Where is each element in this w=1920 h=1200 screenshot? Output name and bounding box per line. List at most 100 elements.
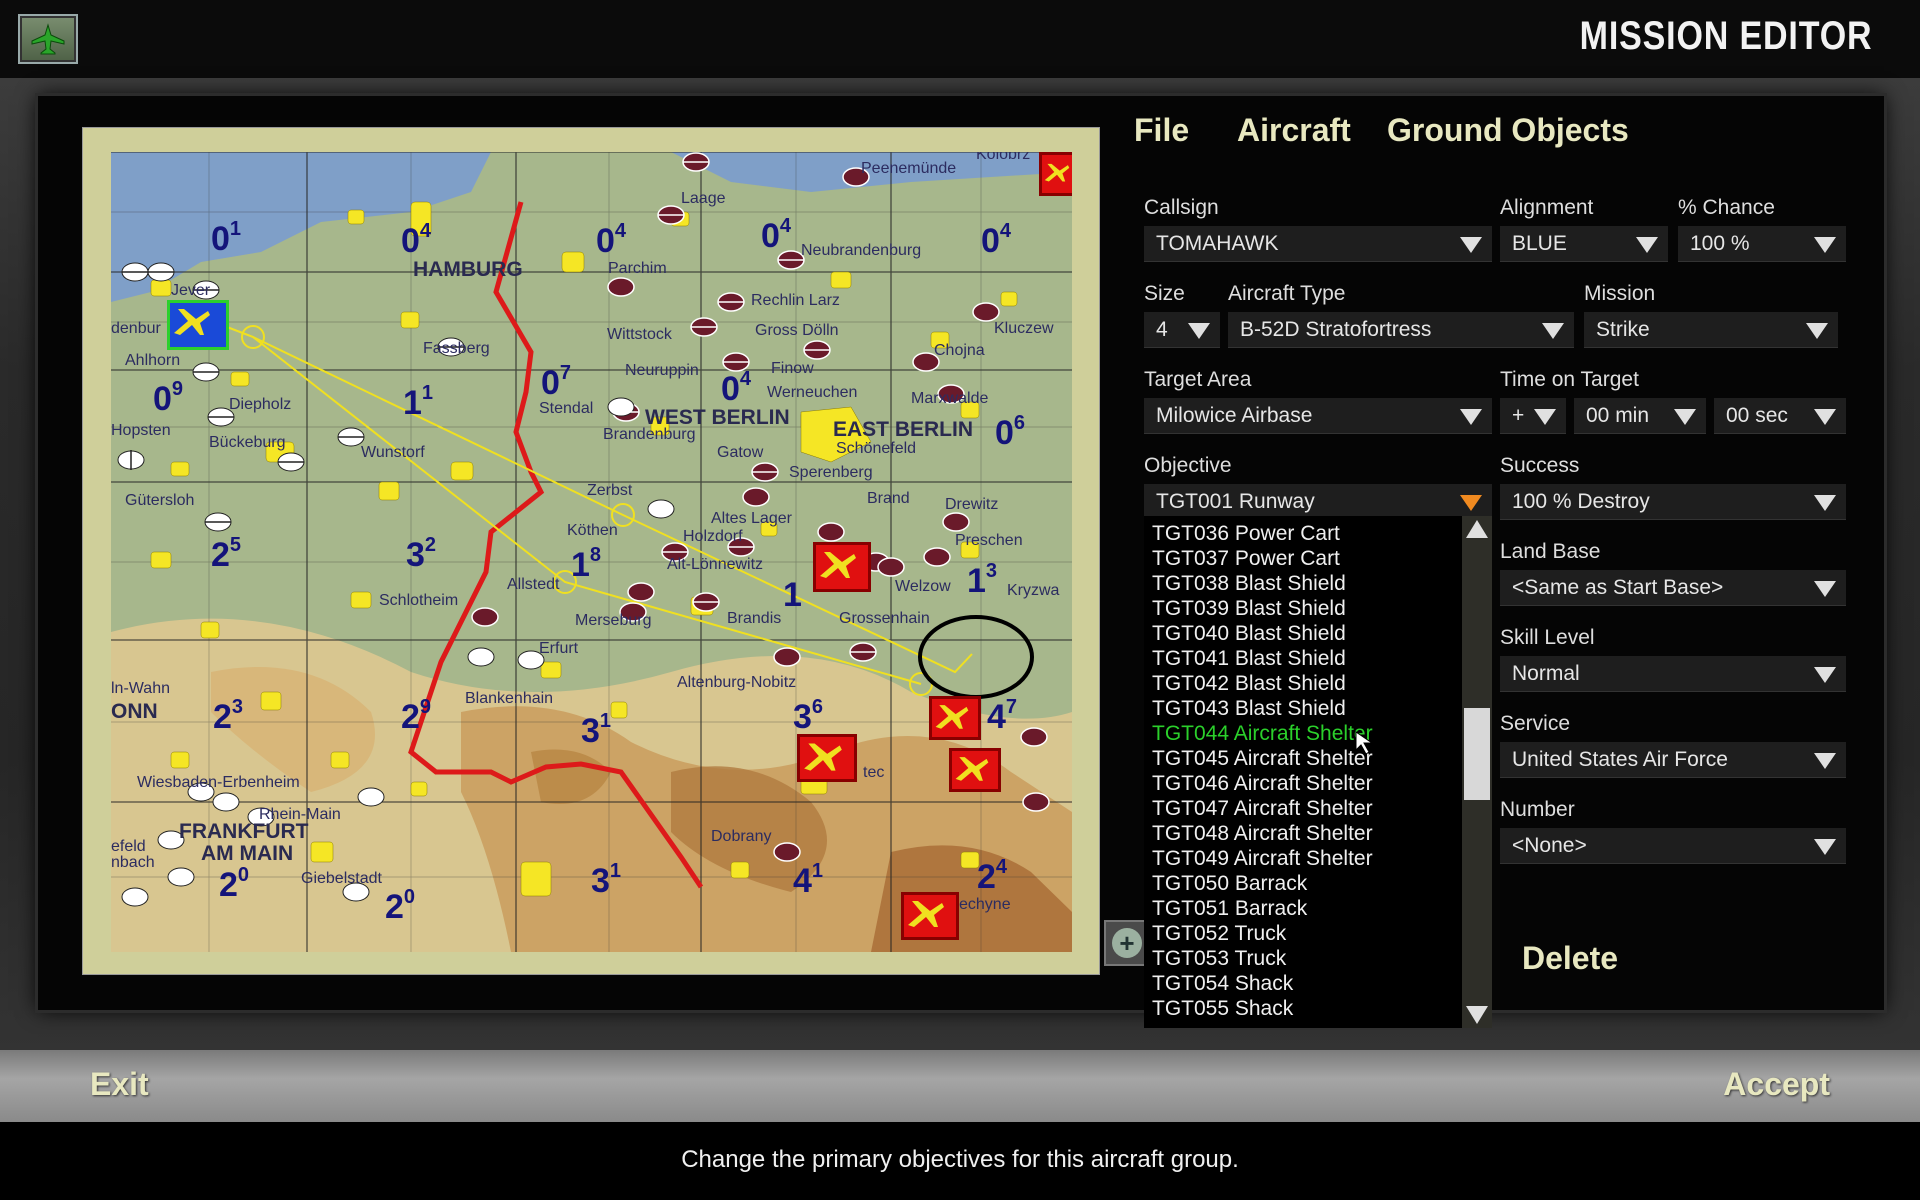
city-label: Chojna [934,342,985,359]
accept-button[interactable]: Accept [1723,1066,1830,1103]
service-label: Service [1500,712,1571,735]
sector-number: 20 [385,886,416,926]
callsign-label: Callsign [1144,196,1219,219]
objective-option[interactable]: TGT044 Aircraft Shelter [1152,722,1373,746]
alignment-dropdown[interactable]: BLUE [1500,226,1668,262]
menu-ground-objects[interactable]: Ground Objects [1387,112,1629,149]
objective-option[interactable]: TGT053 Truck [1152,947,1286,971]
chevron-down-icon [1814,667,1836,683]
objective-option[interactable]: TGT043 Blast Shield [1152,697,1346,721]
city-label: Stendal [539,400,594,417]
objective-option[interactable]: TGT054 Shack [1152,972,1293,996]
time-on-target-label: Time on Target [1500,368,1639,391]
objective-option[interactable]: TGT036 Power Cart [1152,522,1340,546]
city-label: HAMBURG [413,258,523,281]
number-label: Number [1500,798,1575,821]
sector-number: 09 [153,378,184,418]
scroll-thumb[interactable] [1464,708,1490,800]
mission-map[interactable]: 01 04 04 04 04 09 11 07 04 06 25 32 18 1… [111,152,1072,952]
chevron-down-icon [1542,323,1564,339]
status-text: Change the primary objectives for this a… [681,1146,1239,1173]
time-sign-dropdown[interactable]: + [1500,398,1566,434]
mouse-cursor-icon [1355,731,1374,755]
city-label: Ahlhorn [125,352,181,369]
scroll-down-icon[interactable] [1466,1006,1488,1024]
objective-option[interactable]: TGT037 Power Cart [1152,547,1340,571]
skill-level-label: Skill Level [1500,626,1595,649]
sector-number: 1 [783,576,802,614]
sector-number: 04 [761,215,792,255]
service-dropdown[interactable]: United States Air Force [1500,742,1846,778]
objective-option[interactable]: TGT049 Aircraft Shelter [1152,847,1373,871]
chevron-down-icon [1806,323,1828,339]
menu-aircraft[interactable]: Aircraft [1237,112,1351,149]
time-minutes-value: 00 min [1586,404,1650,427]
target-aircraft-icon[interactable] [1039,152,1072,196]
objective-option[interactable]: TGT046 Aircraft Shelter [1152,772,1373,796]
menu-file[interactable]: File [1134,112,1189,149]
time-minutes-dropdown[interactable]: 00 min [1574,398,1706,434]
aircraft-menu-icon[interactable] [18,14,78,64]
city-label: Blankenhain [465,690,554,707]
number-value: <None> [1512,834,1587,857]
sector-number: 25 [211,534,242,574]
sector-number: 06 [995,412,1026,452]
selected-target-aircraft-icon[interactable] [949,748,1001,792]
sector-number: 29 [401,696,432,736]
objective-option[interactable]: TGT055 Shack [1152,997,1293,1021]
chevron-down-icon [1814,237,1836,253]
start-aircraft-icon[interactable] [167,300,229,350]
delete-button[interactable]: Delete [1522,940,1618,977]
city-label: Bückeburg [209,434,286,451]
objective-option[interactable]: TGT047 Aircraft Shelter [1152,797,1373,821]
sector-number: 01 [211,218,242,258]
mission-dropdown[interactable]: Strike [1584,312,1838,348]
objective-option[interactable]: TGT051 Barrack [1152,897,1307,921]
objective-list-scrollbar[interactable] [1462,516,1492,1028]
objective-option[interactable]: TGT042 Blast Shield [1152,672,1346,696]
target-aircraft-icon[interactable] [929,696,981,740]
callsign-dropdown[interactable]: TOMAHAWK [1144,226,1492,262]
objective-option[interactable]: TGT038 Blast Shield [1152,572,1346,596]
callsign-value: TOMAHAWK [1156,232,1279,255]
scroll-up-icon[interactable] [1466,520,1488,538]
objective-dropdown[interactable]: TGT001 Runway [1144,484,1492,520]
city-label: Marxwalde [911,390,989,407]
objective-option[interactable]: TGT052 Truck [1152,922,1286,946]
objective-option[interactable]: TGT050 Barrack [1152,872,1307,896]
time-seconds-dropdown[interactable]: 00 sec [1714,398,1846,434]
objective-option[interactable]: TGT039 Blast Shield [1152,597,1346,621]
city-label: Brand [867,490,910,507]
sector-number: 32 [406,534,437,574]
objective-option[interactable]: TGT045 Aircraft Shelter [1152,747,1373,771]
exit-button[interactable]: Exit [90,1066,149,1103]
city-label: Holzdorf [683,528,743,545]
skill-level-dropdown[interactable]: Normal [1500,656,1846,692]
success-dropdown[interactable]: 100 % Destroy [1500,484,1846,520]
alignment-label: Alignment [1500,196,1594,219]
objective-value: TGT001 Runway [1156,490,1315,513]
target-aircraft-icon[interactable] [813,542,871,592]
size-dropdown[interactable]: 4 [1144,312,1220,348]
city-label: Dobrany [711,828,772,845]
chevron-down-icon [1814,409,1836,425]
objective-option[interactable]: TGT040 Blast Shield [1152,622,1346,646]
target-aircraft-icon[interactable] [797,734,857,782]
objective-option[interactable]: TGT048 Aircraft Shelter [1152,822,1373,846]
success-value: 100 % Destroy [1512,490,1650,513]
city-label: Merseburg [575,612,652,629]
target-aircraft-icon[interactable] [901,892,959,940]
number-dropdown[interactable]: <None> [1500,828,1846,864]
objective-options-list[interactable]: TGT036 Power Cart TGT037 Power Cart TGT038… [1144,516,1492,1028]
target-area-dropdown[interactable]: Milowice Airbase [1144,398,1492,434]
aircraft-type-dropdown[interactable]: B-52D Stratofortress [1228,312,1574,348]
city-label: Gross Dölln [755,322,839,339]
objective-option[interactable]: TGT041 Blast Shield [1152,647,1346,671]
target-area-label: Target Area [1144,368,1252,391]
chevron-down-icon [1814,581,1836,597]
land-base-dropdown[interactable]: <Same as Start Base> [1500,570,1846,606]
chance-dropdown[interactable]: 100 % [1678,226,1846,262]
city-label: Fassberg [423,340,490,357]
city-label: Altes Lager [711,510,792,527]
chevron-down-icon [1188,323,1210,339]
